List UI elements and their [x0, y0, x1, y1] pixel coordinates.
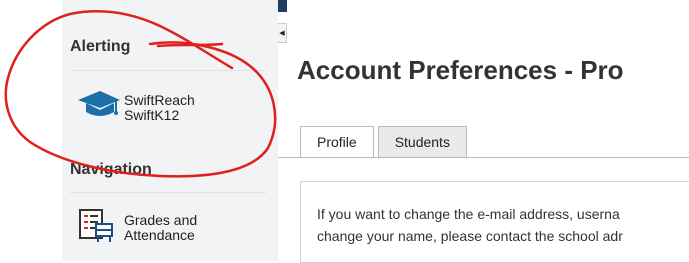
- caret-left-icon: ◀: [279, 30, 285, 37]
- tab-profile[interactable]: Profile: [300, 126, 374, 157]
- sidebar-item-swiftreach[interactable]: SwiftReach SwiftK12: [76, 88, 195, 127]
- page-title: Account Preferences - Pro: [297, 55, 624, 85]
- panel-message: If you want to change the e-mail address…: [317, 203, 623, 247]
- navigation-heading: Navigation: [70, 161, 152, 178]
- sidebar-item-line2: Attendance: [124, 226, 195, 243]
- graduation-cap-icon: [76, 88, 122, 127]
- tab-students[interactable]: Students: [377, 126, 467, 157]
- sidebar-divider: [70, 70, 266, 71]
- tab-divider: [278, 157, 689, 158]
- sidebar-item-line2: SwiftK12: [124, 106, 180, 123]
- sidebar-item-grades-attendance[interactable]: Grades and Attendance: [76, 206, 197, 249]
- panel-message-line1: If you want to change the e-mail address…: [317, 206, 620, 222]
- sidebar-edge-marker: [278, 0, 287, 12]
- collapse-sidebar-button[interactable]: ◀: [278, 23, 287, 43]
- gradebook-icon: [76, 206, 118, 249]
- sidebar-divider: [70, 192, 266, 193]
- alerting-heading: Alerting: [70, 38, 131, 55]
- sidebar-item-line1: SwiftReach: [124, 91, 195, 108]
- sidebar: Alerting SwiftReach SwiftK12 Navigation: [62, 0, 278, 261]
- sidebar-item-line1: Grades and: [124, 211, 198, 228]
- tab-bar: Profile Students: [300, 126, 471, 157]
- profile-panel: If you want to change the e-mail address…: [300, 181, 689, 263]
- panel-message-line2: change your name, please contact the sch…: [317, 228, 623, 244]
